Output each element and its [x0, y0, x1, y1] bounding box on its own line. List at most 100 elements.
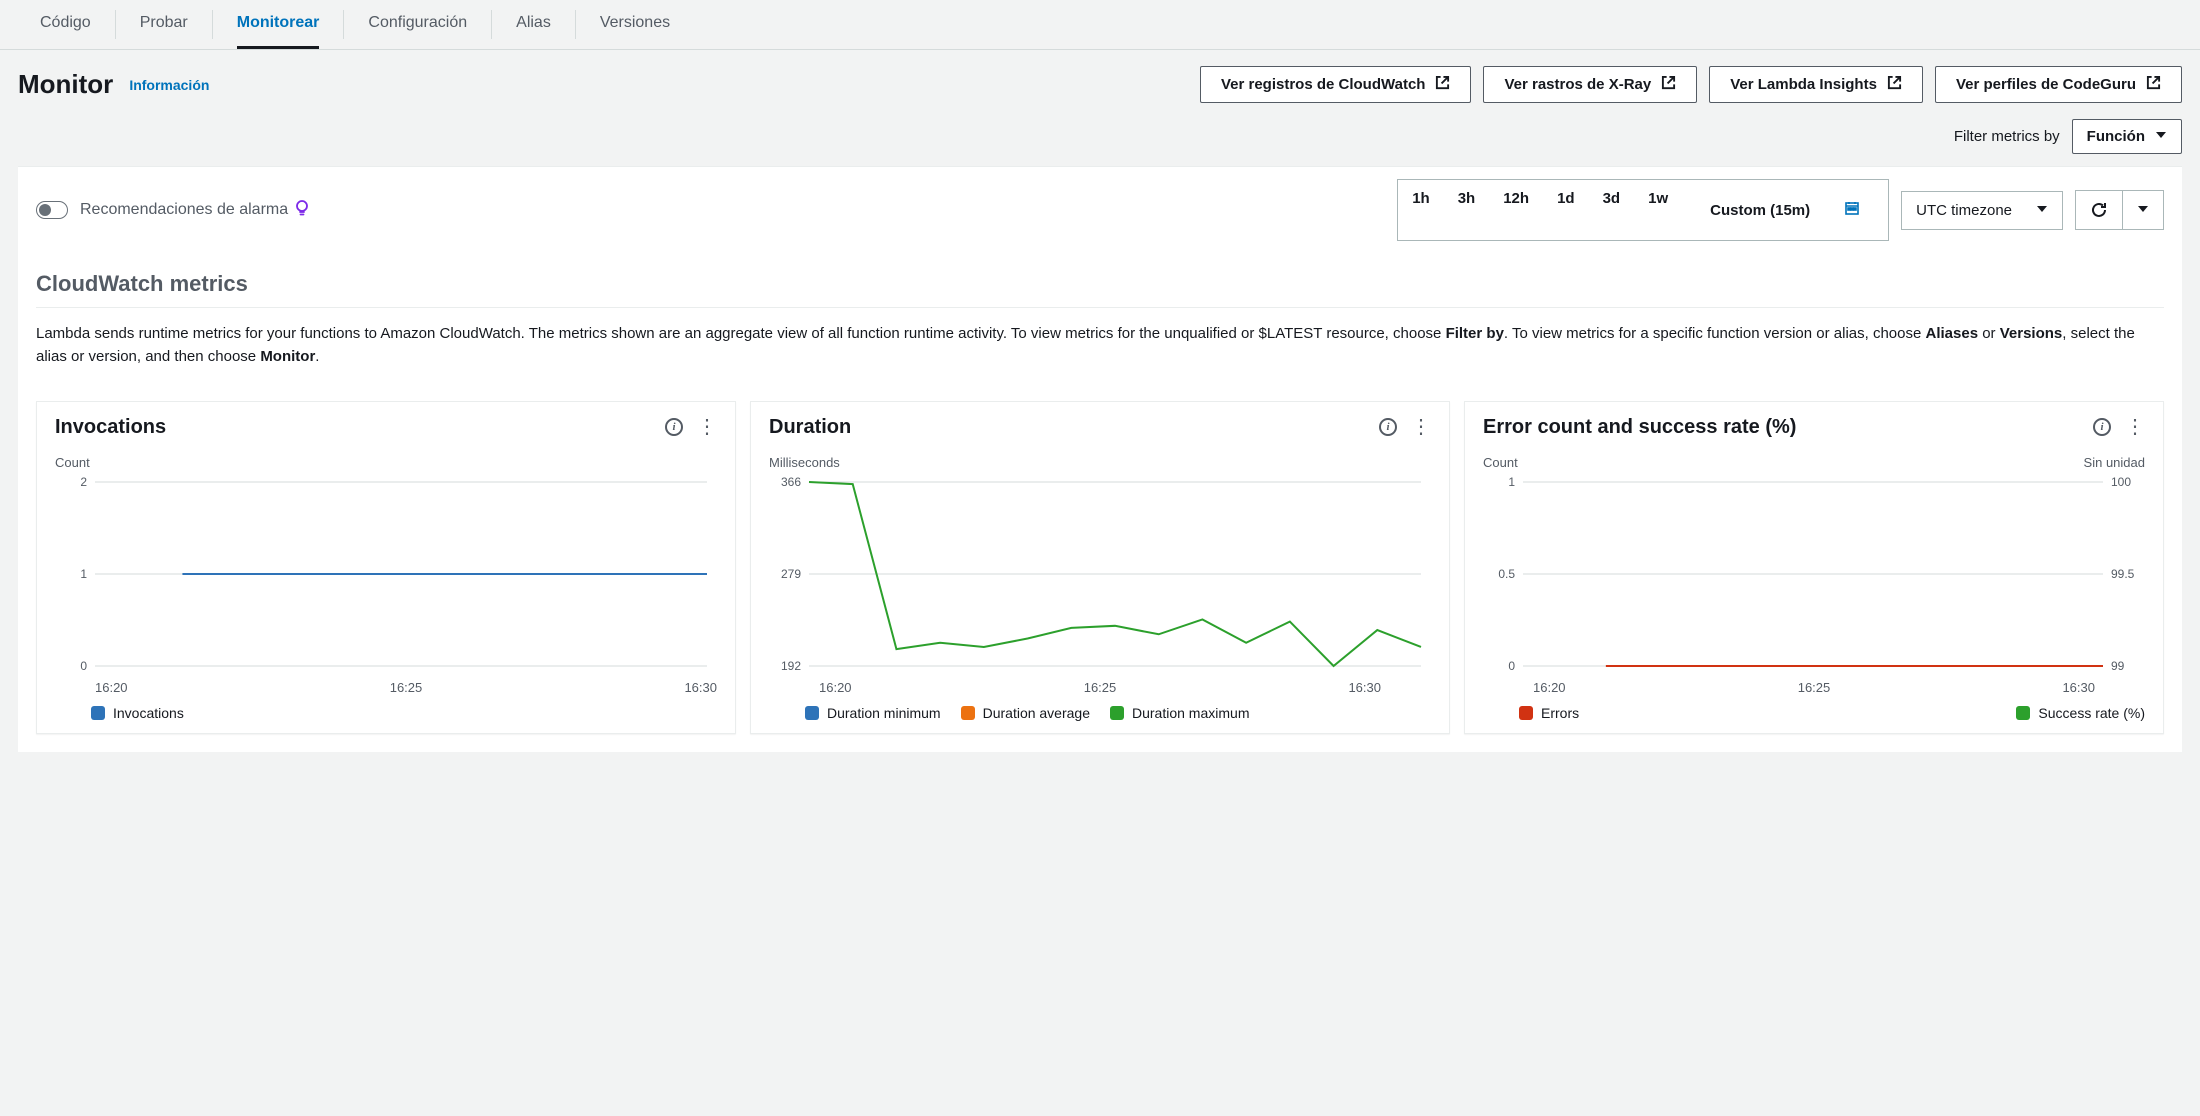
legend-item: Success rate (%) — [2016, 705, 2145, 721]
svg-text:1: 1 — [80, 567, 87, 581]
legend-label: Invocations — [113, 705, 184, 721]
filter-value: Función — [2087, 128, 2145, 145]
x-axis-ticks: 16:20 16:25 16:30 — [55, 676, 717, 695]
card-menu-icon[interactable]: ⋮ — [697, 417, 717, 437]
cloudwatch-metrics-section: CloudWatch metrics Lambda sends runtime … — [18, 253, 2182, 401]
filter-select[interactable]: Función — [2072, 119, 2182, 154]
filter-label: Filter metrics by — [1954, 128, 2060, 145]
legend-swatch — [805, 706, 819, 720]
legend-label: Success rate (%) — [2038, 705, 2145, 721]
card-menu-icon[interactable]: ⋮ — [1411, 417, 1431, 437]
legend-label: Duration average — [983, 705, 1090, 721]
desc-text: . To view metrics for a specific functio… — [1504, 325, 1926, 342]
svg-text:192: 192 — [781, 659, 801, 673]
legend-item: Errors — [1519, 705, 1579, 721]
time-range-1w[interactable]: 1w — [1634, 180, 1682, 240]
view-cloudwatch-logs-button[interactable]: Ver registros de CloudWatch — [1200, 66, 1472, 103]
svg-text:0.5: 0.5 — [1498, 567, 1515, 581]
svg-text:1: 1 — [1508, 476, 1515, 489]
desc-bold: Aliases — [1926, 325, 1979, 342]
invocations-card: Invocations i ⋮ Count 0 1 2 16:20 16:25 16… — [36, 401, 736, 734]
card-title: Duration — [769, 416, 851, 439]
legend-item: Duration maximum — [1110, 705, 1249, 721]
x-tick: 16:25 — [1798, 680, 1831, 695]
page-title: Monitor — [18, 69, 113, 100]
svg-text:99: 99 — [2111, 659, 2125, 673]
legend-item: Duration minimum — [805, 705, 941, 721]
card-menu-icon[interactable]: ⋮ — [2125, 417, 2145, 437]
time-controls: 1h 3h 12h 1d 3d 1w Custom (15m) UTC time… — [1397, 179, 2164, 241]
desc-bold: Monitor — [260, 348, 315, 365]
x-tick: 16:30 — [684, 680, 717, 695]
external-link-icon — [2146, 75, 2161, 94]
chart-legend: Invocations — [55, 705, 717, 721]
svg-text:0: 0 — [80, 659, 87, 673]
tab-alias[interactable]: Alias — [516, 0, 551, 49]
errors-card: Error count and success rate (%) i ⋮ Cou… — [1464, 401, 2164, 734]
view-xray-traces-button[interactable]: Ver rastros de X-Ray — [1483, 66, 1697, 103]
chart-legend: Errors Success rate (%) — [1483, 705, 2145, 721]
section-title: CloudWatch metrics — [36, 271, 2164, 308]
svg-text:366: 366 — [781, 476, 801, 489]
tab-monitorear[interactable]: Monitorear — [237, 0, 320, 49]
info-link[interactable]: Información — [129, 77, 209, 93]
svg-text:0: 0 — [1508, 659, 1515, 673]
info-icon[interactable]: i — [1379, 418, 1397, 436]
tab-divider — [115, 10, 116, 39]
desc-text: Lambda sends runtime metrics for your fu… — [36, 325, 1446, 342]
x-tick: 16:25 — [390, 680, 423, 695]
legend-swatch — [1519, 706, 1533, 720]
svg-text:2: 2 — [80, 476, 87, 489]
tab-divider — [575, 10, 576, 39]
refresh-button[interactable] — [2075, 190, 2123, 230]
legend-label: Duration maximum — [1132, 705, 1249, 721]
y-axis-label: Milliseconds — [769, 455, 1431, 470]
svg-text:100: 100 — [2111, 476, 2131, 489]
legend-item: Duration average — [961, 705, 1090, 721]
y-axis-label: Count — [55, 455, 717, 470]
controls-bar: Recomendaciones de alarma 1h 3h 12h 1d 3… — [18, 166, 2182, 253]
refresh-options-button[interactable] — [2123, 190, 2164, 230]
card-title: Invocations — [55, 416, 166, 439]
x-axis-ticks: 16:20 16:25 16:30 — [1483, 676, 2145, 695]
x-tick: 16:20 — [819, 680, 852, 695]
view-codeguru-profiles-button[interactable]: Ver perfiles de CodeGuru — [1935, 66, 2182, 103]
refresh-group — [2075, 190, 2164, 230]
timezone-select[interactable]: UTC timezone — [1901, 191, 2063, 230]
info-icon[interactable]: i — [665, 418, 683, 436]
tab-versiones[interactable]: Versiones — [600, 0, 670, 49]
info-icon[interactable]: i — [2093, 418, 2111, 436]
view-lambda-insights-button[interactable]: Ver Lambda Insights — [1709, 66, 1923, 103]
tab-probar[interactable]: Probar — [140, 0, 188, 49]
legend-label: Errors — [1541, 705, 1579, 721]
desc-bold: Versions — [2000, 325, 2063, 342]
chart-legend: Duration minimum Duration average Durati… — [769, 705, 1431, 721]
timezone-label: UTC timezone — [1916, 202, 2012, 219]
tab-codigo[interactable]: Código — [40, 0, 91, 49]
caret-down-icon — [2137, 202, 2149, 218]
time-range-3h[interactable]: 3h — [1444, 180, 1490, 240]
tab-configuracion[interactable]: Configuración — [368, 0, 467, 49]
x-tick: 16:30 — [1348, 680, 1381, 695]
errors-chart: 00.519999.5100 — [1483, 476, 2145, 676]
time-range-1h[interactable]: 1h — [1398, 180, 1444, 240]
time-range-3d[interactable]: 3d — [1589, 180, 1635, 240]
svg-text:279: 279 — [781, 567, 801, 581]
x-axis-ticks: 16:20 16:25 16:30 — [769, 676, 1431, 695]
lightbulb-icon — [294, 199, 310, 222]
legend-label: Duration minimum — [827, 705, 941, 721]
alarm-toggle-label: Recomendaciones de alarma — [80, 201, 288, 219]
y-axis-label-left: Count — [1483, 455, 1518, 470]
section-description: Lambda sends runtime metrics for your fu… — [36, 308, 2164, 383]
alarm-recommendations-toggle[interactable] — [36, 201, 68, 219]
caret-down-icon — [2036, 202, 2048, 219]
x-tick: 16:30 — [2062, 680, 2095, 695]
time-range-1d[interactable]: 1d — [1543, 180, 1589, 240]
legend-swatch — [961, 706, 975, 720]
button-label: Ver rastros de X-Ray — [1504, 76, 1651, 93]
button-label: Ver perfiles de CodeGuru — [1956, 76, 2136, 93]
tab-divider — [491, 10, 492, 39]
calendar-icon — [1830, 190, 1874, 230]
time-range-12h[interactable]: 12h — [1489, 180, 1543, 240]
time-range-custom[interactable]: Custom (15m) — [1682, 180, 1888, 240]
